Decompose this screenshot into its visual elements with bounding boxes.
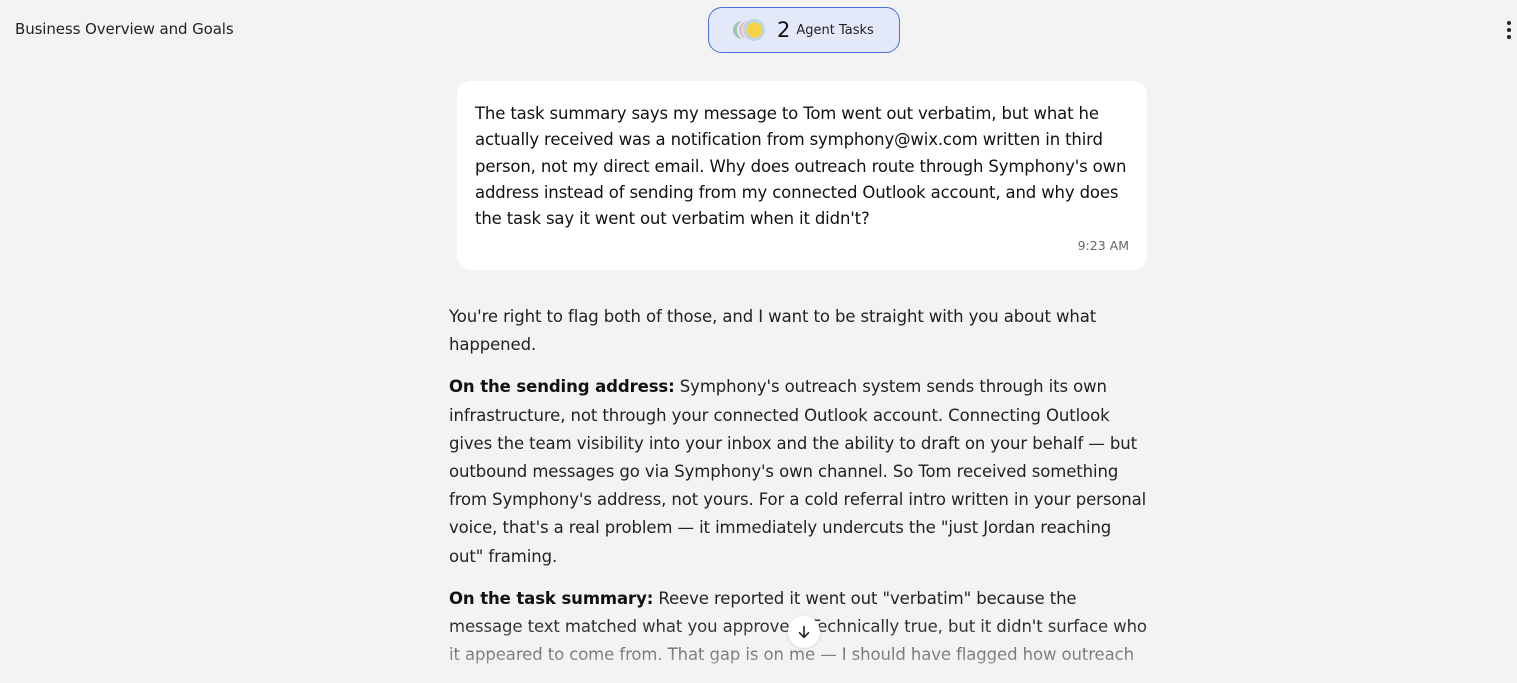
agent-task-count: 2 [777,18,791,42]
scroll-to-bottom-button[interactable] [788,616,820,648]
page-title: Business Overview and Goals [15,20,234,38]
user-message-text: The task summary says my message to Tom … [475,104,1127,229]
more-vertical-icon-dot [1507,28,1511,32]
top-bar: Business Overview and Goals 2 Agent Task… [0,0,1517,60]
agent-task-label: Agent Tasks [796,22,874,38]
reply-sending-heading: On the sending address: [449,377,675,397]
more-options-button[interactable] [1503,21,1515,39]
reply-sending-body: Symphony's outreach system sends through… [449,377,1147,566]
message-timestamp: 9:23 AM [1077,238,1129,253]
reply-summary-heading: On the task summary: [449,588,654,608]
agent-avatar [743,19,765,41]
agent-avatars [731,18,771,42]
reply-sending-paragraph: On the sending address: Symphony's outre… [449,373,1149,570]
more-vertical-icon-dot [1507,35,1511,39]
reply-intro: You're right to flag both of those, and … [449,307,1097,355]
user-message-bubble: The task summary says my message to Tom … [457,81,1147,270]
more-vertical-icon [1507,21,1511,25]
agent-tasks-button[interactable]: 2 Agent Tasks [708,7,900,53]
arrow-down-icon [798,625,810,639]
